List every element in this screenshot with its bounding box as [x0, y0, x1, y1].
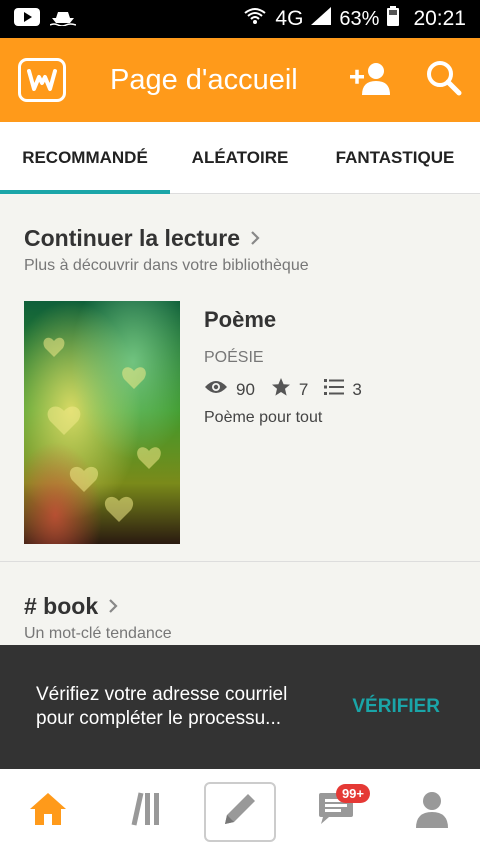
wifi-icon: [243, 7, 267, 31]
boat-icon: [49, 8, 77, 31]
nav-home[interactable]: [12, 782, 84, 842]
pencil-icon: [222, 791, 258, 832]
nav-messages[interactable]: 99+: [300, 782, 372, 842]
nav-library[interactable]: [108, 782, 180, 842]
snackbar-message: Vérifiez votre adresse courriel pour com…: [36, 684, 288, 729]
battery-icon: [387, 6, 400, 32]
messages-badge: 99+: [335, 783, 370, 803]
story-cover[interactable]: [24, 301, 180, 544]
status-bar: 4G 63% 20:21: [0, 0, 480, 38]
tab-aleatoire[interactable]: ALÉATOIRE: [170, 122, 310, 194]
wattpad-logo-icon[interactable]: [18, 58, 66, 102]
search-icon[interactable]: [426, 60, 462, 101]
continue-reading-subtitle: Plus à découvrir dans votre bibliothèque: [24, 257, 309, 274]
verify-email-snackbar: Vérifiez votre adresse courriel pour com…: [0, 645, 480, 769]
app-bar: Page d'accueil: [0, 38, 480, 122]
story-description: Poème pour tout: [204, 409, 323, 426]
eye-icon: [204, 379, 228, 400]
section-divider: [0, 561, 480, 562]
continue-reading-title: Continuer la lecture: [24, 225, 240, 251]
verify-button[interactable]: VÉRIFIER: [352, 696, 440, 718]
tag-section-title: # book: [24, 593, 99, 619]
reads-count: 90: [236, 379, 255, 399]
story-genre: POÉSIE: [204, 349, 264, 366]
nav-profile[interactable]: [396, 782, 468, 842]
votes-count: 7: [298, 379, 309, 399]
story-title[interactable]: Poème: [204, 307, 276, 333]
library-icon: [126, 791, 162, 832]
tag-section-subtitle: Un mot-clé tendance: [24, 625, 172, 642]
chevron-right-icon: [108, 593, 118, 620]
bottom-navigation: 99+: [0, 769, 480, 854]
parts-count: 3: [352, 379, 362, 399]
home-feed: Continuer la lecture Plus à découvrir da…: [0, 195, 480, 645]
category-tabs: RECOMMANDÉ ALÉATOIRE FANTASTIQUE: [0, 122, 480, 194]
star-icon: [271, 377, 291, 402]
list-icon: [324, 378, 345, 401]
network-type: 4G: [275, 7, 304, 30]
tab-recommande[interactable]: RECOMMANDÉ: [0, 122, 170, 194]
signal-icon: [311, 7, 332, 31]
tab-fantastique[interactable]: FANTASTIQUE: [310, 122, 480, 194]
profile-icon: [414, 790, 450, 833]
tag-section-header[interactable]: # book: [24, 593, 118, 620]
youtube-icon: [14, 7, 40, 31]
chevron-right-icon: [250, 225, 260, 252]
page-title: Page d'accueil: [110, 63, 298, 96]
home-icon: [29, 792, 67, 831]
add-person-icon[interactable]: [350, 61, 390, 100]
nav-write[interactable]: [204, 781, 276, 842]
story-stats: 90 7 3: [204, 377, 370, 402]
clock: 20:21: [413, 7, 466, 30]
continue-reading-header[interactable]: Continuer la lecture: [24, 225, 260, 252]
battery-level: 63%: [339, 7, 380, 30]
